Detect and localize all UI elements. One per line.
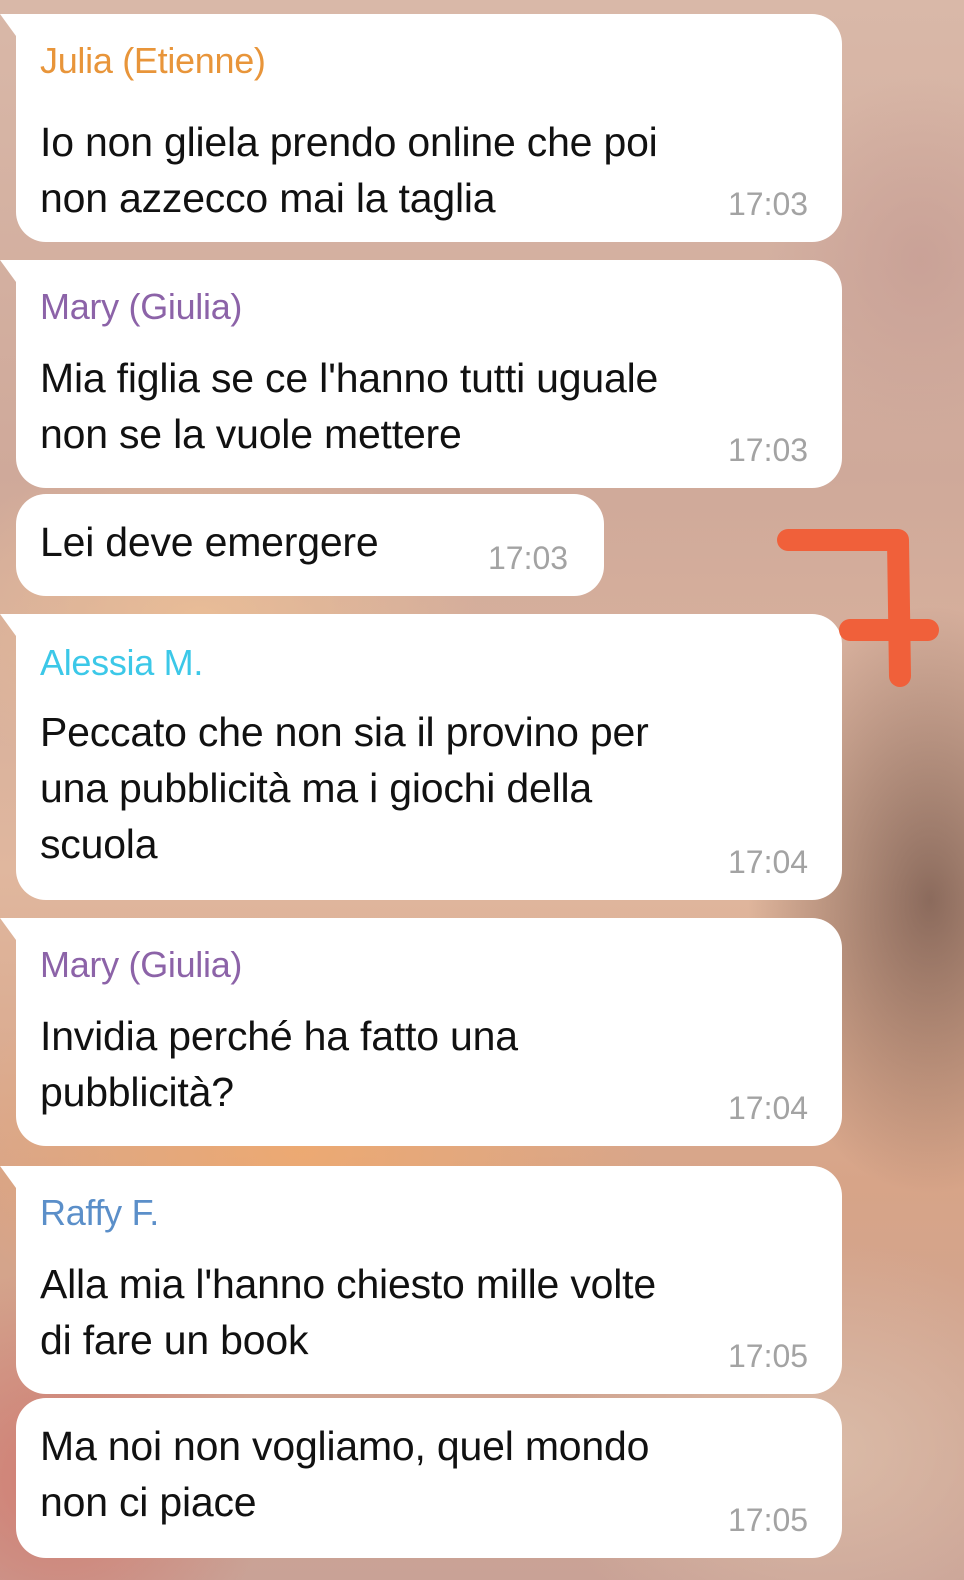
message-line: pubblicità? — [40, 1069, 234, 1115]
message-bubble[interactable]: Julia (Etienne) Io non gliela prendo onl… — [0, 14, 842, 242]
message-bubble[interactable]: Mary (Giulia) Mia figlia se ce l'hanno t… — [0, 260, 842, 488]
message-bubble[interactable]: Mary (Giulia) Invidia perché ha fatto un… — [0, 918, 842, 1146]
message-text: Mia figlia se ce l'hanno tutti uguale no… — [40, 350, 658, 462]
message-text: Alla mia l'hanno chiesto mille volte di … — [40, 1256, 656, 1368]
message-bubble[interactable]: Alessia M. Peccato che non sia il provin… — [0, 614, 842, 900]
sender-name[interactable]: Mary (Giulia) — [40, 286, 242, 328]
message-line: Invidia perché ha fatto una — [40, 1013, 518, 1059]
message-line: scuola — [40, 821, 158, 867]
message-time: 17:03 — [728, 186, 809, 222]
message-line: Mia figlia se ce l'hanno tutti uguale — [40, 355, 659, 401]
message-time: 17:03 — [488, 540, 569, 576]
message-time: 17:05 — [728, 1338, 809, 1374]
message-line: Io non gliela prendo online che poi — [40, 119, 658, 165]
message-text: Peccato che non sia il provino per una p… — [40, 704, 649, 872]
message-line: Ma noi non vogliamo, quel mondo — [40, 1423, 650, 1469]
message-bubble[interactable]: Lei deve emergere 17:03 — [16, 494, 604, 596]
message-text: Io non gliela prendo online che poi non … — [40, 114, 658, 226]
message-line: non azzecco mai la taglia — [40, 175, 496, 221]
message-line: Lei deve emergere — [40, 519, 379, 565]
message-line: una pubblicità ma i giochi della — [40, 765, 593, 811]
message-time: 17:04 — [728, 844, 809, 880]
message-line: Peccato che non sia il provino per — [40, 709, 649, 755]
message-text: Ma noi non vogliamo, quel mondo non ci p… — [40, 1418, 649, 1530]
message-line: non se la vuole mettere — [40, 411, 462, 457]
message-line: di fare un book — [40, 1317, 309, 1363]
sender-name[interactable]: Julia (Etienne) — [40, 40, 266, 82]
message-time: 17:05 — [728, 1502, 809, 1538]
annotation-mark — [777, 529, 939, 687]
message-time: 17:04 — [728, 1090, 809, 1126]
message-line: non ci piace — [40, 1479, 257, 1525]
sender-name[interactable]: Raffy F. — [40, 1192, 159, 1234]
message-time: 17:03 — [728, 432, 809, 468]
message-bubble[interactable]: Ma noi non vogliamo, quel mondo non ci p… — [16, 1398, 842, 1558]
sender-name[interactable]: Mary (Giulia) — [40, 944, 242, 986]
sender-name[interactable]: Alessia M. — [40, 642, 203, 684]
message-bubble[interactable]: Raffy F. Alla mia l'hanno chiesto mille … — [0, 1166, 842, 1394]
message-text: Lei deve emergere — [40, 514, 379, 570]
message-text: Invidia perché ha fatto una pubblicità? — [40, 1008, 518, 1120]
message-line: Alla mia l'hanno chiesto mille volte — [40, 1261, 656, 1307]
